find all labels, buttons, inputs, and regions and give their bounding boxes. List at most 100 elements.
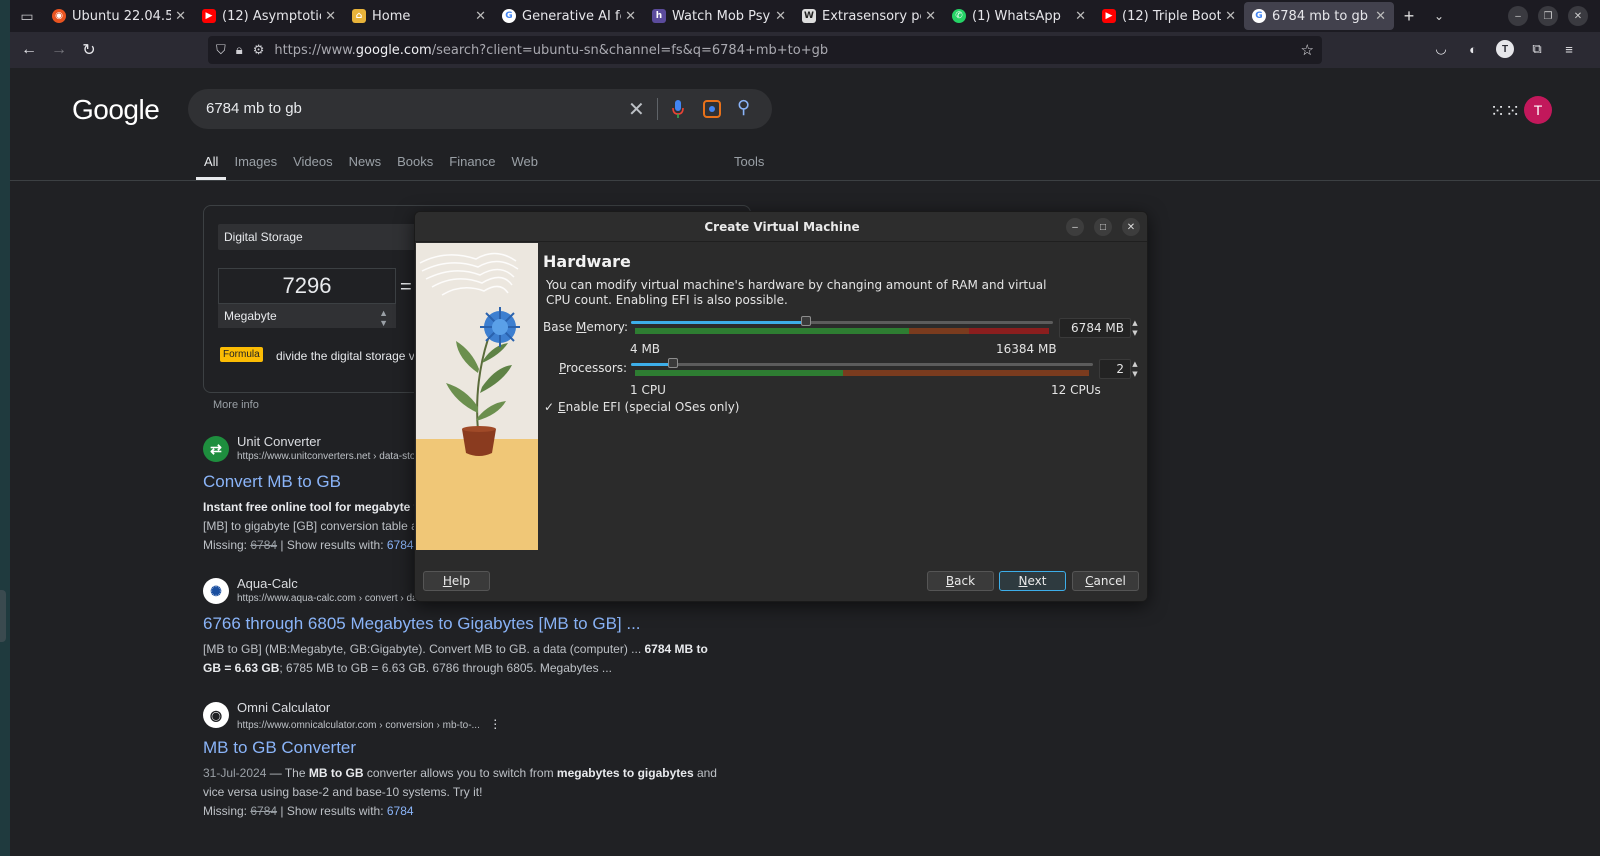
profile-avatar[interactable]: T — [1496, 40, 1514, 58]
tab-news[interactable]: News — [341, 154, 390, 180]
tab-label: (1) WhatsApp — [972, 8, 1061, 24]
whatsapp-icon: ✆ — [952, 9, 966, 23]
close-icon[interactable]: ✕ — [925, 9, 936, 24]
apps-grid-icon[interactable]: ⁙⁙ — [1490, 101, 1520, 122]
url-bar[interactable]: ⛉ 🔒︎ ⚙ https://www.google.com/search?cli… — [208, 36, 1322, 64]
tab-youtube-asymptotic[interactable]: ▶ (12) Asymptotic Nota✕ — [194, 2, 344, 30]
minimize-icon[interactable]: – — [1066, 218, 1084, 236]
lock-icon[interactable]: 🔒︎ — [236, 42, 243, 58]
enable-efi-checkbox[interactable]: ✓ Enable EFI (special OSes only) — [544, 400, 739, 414]
tab-ubuntu[interactable]: ◉ Ubuntu 22.04.5 LTS✕ — [44, 2, 194, 30]
tab-images[interactable]: Images — [226, 154, 285, 180]
close-icon[interactable]: ✕ — [625, 9, 636, 24]
help-button[interactable]: Help — [423, 571, 490, 591]
converter-unit-select[interactable]: Megabyte ▲ ▼ — [218, 304, 396, 328]
spin-updown-icon[interactable]: ▲ ▼ — [1129, 359, 1141, 379]
tab-label: Home — [372, 8, 411, 24]
show-results-link[interactable]: 6784 — [387, 804, 414, 818]
back-icon[interactable]: ← — [14, 36, 44, 64]
close-icon[interactable]: ✕ — [475, 9, 486, 24]
back-button[interactable]: Back — [927, 571, 994, 591]
tab-finance[interactable]: Finance — [441, 154, 503, 180]
tab-google-search[interactable]: G 6784 mb to gb - Goog ✕ — [1244, 2, 1394, 30]
tab-youtube-triple-boot[interactable]: ▶ (12) Triple Boot in✕ — [1094, 2, 1244, 30]
close-icon[interactable]: ✕ — [1225, 9, 1236, 24]
base-memory-spinbox[interactable]: 6784 MB — [1059, 318, 1131, 338]
result-url[interactable]: https://www.omnicalculator.com › convers… — [237, 717, 501, 731]
desktop-edge — [0, 0, 10, 856]
wizard-illustration — [416, 243, 538, 550]
maximize-icon[interactable]: □ — [1094, 218, 1112, 236]
microphone-icon[interactable] — [671, 99, 685, 119]
converter-value-input[interactable]: 7296 — [218, 268, 396, 304]
menu-icon[interactable]: ≡ — [1560, 40, 1578, 58]
close-icon[interactable]: ✕ — [175, 9, 186, 24]
close-icon[interactable]: ✕ — [1122, 218, 1140, 236]
more-info-link[interactable]: More info — [213, 399, 259, 411]
close-icon[interactable]: ✕ — [1375, 9, 1386, 24]
close-window-icon[interactable]: ✕ — [1568, 6, 1588, 26]
browser-tab-bar: ▭ ◉Ubuntu 22.04.5 LTS✕ ▶(12) Asymptotic … — [10, 0, 1600, 32]
account-avatar[interactable]: T — [1524, 96, 1552, 124]
tab-all[interactable]: All — [196, 154, 227, 180]
aqua-calc-icon: ✺ — [203, 578, 229, 604]
cancel-button[interactable]: Cancel — [1072, 571, 1139, 591]
spin-updown-icon[interactable]: ▲ ▼ — [1129, 318, 1141, 338]
tab-mob-psycho[interactable]: h Watch Mob Psycho 10 ✕ — [644, 2, 794, 30]
tools-button[interactable]: Tools — [734, 154, 764, 169]
close-icon[interactable]: ✕ — [1075, 9, 1086, 24]
processors-slider[interactable] — [631, 358, 1093, 381]
shield-icon[interactable]: ⛉ — [216, 42, 226, 58]
result-title-link[interactable]: 6766 through 6805 Megabytes to Gigabytes… — [203, 614, 641, 634]
result-title-link[interactable]: Convert MB to GB — [203, 472, 341, 492]
result-site-name[interactable]: Omni Calculator — [237, 700, 330, 715]
close-icon[interactable]: ✕ — [775, 9, 786, 24]
recommended-zone — [635, 370, 843, 376]
close-icon[interactable]: ✕ — [325, 9, 336, 24]
search-input[interactable]: 6784 mb to gb — [206, 100, 302, 117]
tab-books[interactable]: Books — [389, 154, 441, 180]
forward-icon[interactable]: → — [44, 36, 74, 64]
clear-icon[interactable]: ✕ — [628, 97, 645, 122]
processors-spinbox[interactable]: 2 — [1099, 359, 1131, 379]
tab-generative-ai[interactable]: G Generative AI for Ev ✕ — [494, 2, 644, 30]
slider-handle[interactable] — [668, 358, 678, 368]
base-memory-slider[interactable] — [631, 316, 1053, 339]
firefox-view-icon[interactable]: ▭ — [10, 0, 44, 32]
reload-icon[interactable]: ↻ — [74, 36, 104, 64]
tab-home[interactable]: ⌂ Home ✕ — [344, 2, 494, 30]
google-logo[interactable]: Google — [72, 94, 160, 126]
result-url[interactable]: https://www.unitconverters.net › data-st… — [237, 451, 415, 462]
browser-nav-bar: ← → ↻ ⛉ 🔒︎ ⚙ https://www.google.com/sear… — [10, 32, 1600, 68]
desktop-dock-handle[interactable] — [0, 590, 6, 642]
tab-extrasensory[interactable]: W Extrasensory percep ✕ — [794, 2, 944, 30]
extensions-icon[interactable]: ⧉ — [1528, 40, 1546, 58]
container-icon[interactable]: ◐ — [1464, 40, 1482, 58]
chevron-down-icon[interactable]: ⌄ — [1424, 9, 1454, 23]
result-site-name[interactable]: Unit Converter — [237, 434, 321, 449]
url-text[interactable]: https://www.google.com/search?client=ubu… — [274, 43, 828, 58]
show-results-link[interactable]: 6784 — [387, 538, 414, 552]
bookmark-star-icon[interactable]: ☆ — [1301, 41, 1314, 59]
tab-label: 6784 mb to gb - Goog — [1272, 8, 1371, 24]
search-icon[interactable]: ⚲ — [737, 97, 750, 118]
search-box[interactable]: 6784 mb to gb ✕ ⚲ — [188, 89, 772, 129]
result-site-name[interactable]: Aqua-Calc — [237, 576, 298, 591]
pocket-icon[interactable]: ◡ — [1432, 40, 1450, 58]
new-tab-icon[interactable]: + — [1394, 6, 1424, 27]
slider-handle[interactable] — [801, 316, 811, 326]
tab-web[interactable]: Web — [504, 154, 547, 180]
more-options-icon[interactable]: ⋮ — [483, 717, 501, 731]
warning-zone — [909, 328, 969, 334]
tab-whatsapp[interactable]: ✆ (1) WhatsApp ✕ — [944, 2, 1094, 30]
permissions-icon[interactable]: ⚙ — [253, 42, 265, 58]
plant-illustration — [416, 252, 538, 550]
google-lens-icon[interactable] — [703, 100, 721, 118]
processors-max-label: 12 CPUs — [1051, 383, 1101, 397]
next-button[interactable]: Next — [999, 571, 1066, 591]
tab-videos[interactable]: Videos — [285, 154, 341, 180]
dialog-titlebar[interactable]: Create Virtual Machine – □ ✕ — [415, 212, 1147, 242]
result-title-link[interactable]: MB to GB Converter — [203, 738, 356, 758]
minimize-icon[interactable]: – — [1508, 6, 1528, 26]
restore-icon[interactable]: ❐ — [1538, 6, 1558, 26]
